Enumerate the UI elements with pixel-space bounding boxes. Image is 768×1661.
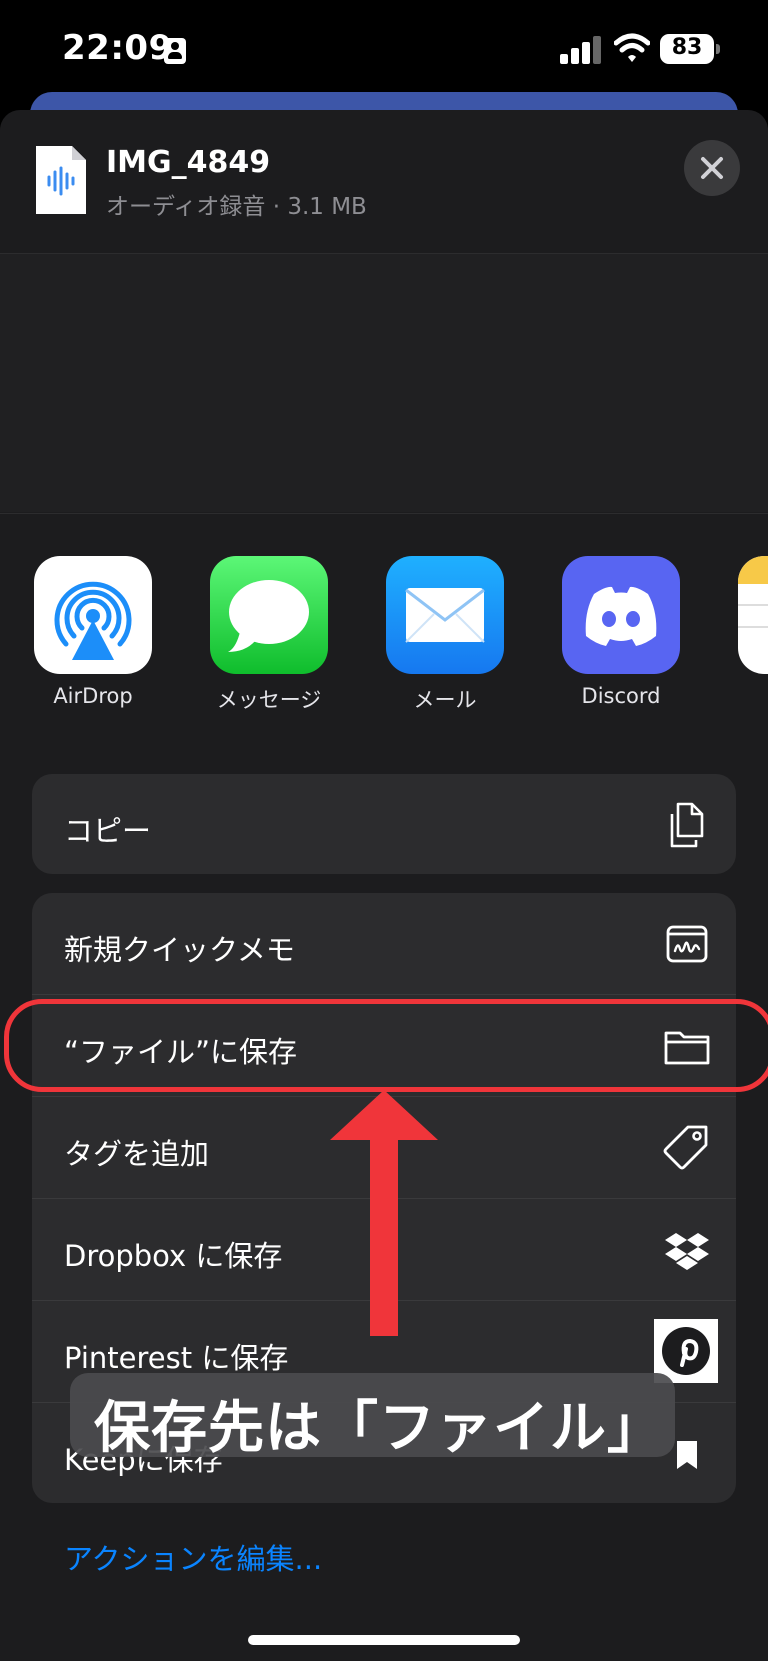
action-quick-memo[interactable]: 新規クイックメモ — [32, 893, 736, 994]
action-copy[interactable]: コピー — [32, 774, 736, 874]
app-label: Discord — [581, 684, 661, 708]
battery-level: 83 — [671, 35, 703, 60]
cellular-signal-icon — [560, 36, 604, 64]
app-notes[interactable] — [738, 556, 768, 674]
action-label: Pinterest に保存 — [64, 1341, 289, 1375]
messages-icon — [210, 556, 328, 674]
dropbox-icon — [665, 1233, 709, 1270]
notes-icon — [738, 556, 768, 674]
wifi-icon — [614, 33, 650, 62]
discord-icon — [562, 556, 680, 674]
app-label: AirDrop — [53, 684, 133, 708]
copy-group: コピー — [32, 774, 736, 874]
tag-icon — [663, 1125, 708, 1170]
action-label: コピー — [64, 814, 152, 848]
contact-card-icon — [164, 38, 186, 64]
apps-divider — [0, 513, 768, 514]
app-label: メール — [413, 688, 477, 712]
file-meta: オーディオ録音 · 3.1 MB — [106, 194, 367, 220]
arrow-up-icon — [330, 1090, 438, 1336]
app-messages[interactable]: メッセージ — [210, 556, 328, 714]
file-name: IMG_4849 — [106, 145, 271, 180]
battery-tip — [716, 44, 720, 54]
action-label: Dropbox に保存 — [64, 1239, 283, 1273]
app-airdrop[interactable]: AirDrop — [34, 556, 152, 708]
close-icon — [701, 157, 723, 179]
edit-actions-link[interactable]: アクションを編集... — [64, 1536, 322, 1578]
highlight-outline — [4, 999, 768, 1092]
caption-text: 保存先は「ファイル」 — [94, 1396, 664, 1461]
copy-icon — [670, 802, 704, 848]
mail-icon — [386, 556, 504, 674]
status-bar: 22:09 83 — [0, 0, 768, 95]
battery-icon: 83 — [660, 34, 714, 64]
app-discord[interactable]: Discord — [562, 556, 680, 708]
airdrop-icon — [34, 556, 152, 674]
app-mail[interactable]: メール — [386, 556, 504, 714]
quick-memo-icon — [666, 925, 708, 963]
preview-area — [0, 254, 768, 512]
home-indicator[interactable] — [248, 1635, 520, 1645]
close-button[interactable] — [684, 140, 740, 196]
status-time: 22:09 — [62, 28, 173, 68]
action-label: 新規クイックメモ — [64, 933, 295, 967]
caption-box: 保存先は「ファイル」 — [70, 1373, 675, 1461]
audio-file-icon — [36, 146, 86, 214]
action-label: タグを追加 — [64, 1137, 210, 1171]
app-label: メッセージ — [216, 688, 322, 712]
